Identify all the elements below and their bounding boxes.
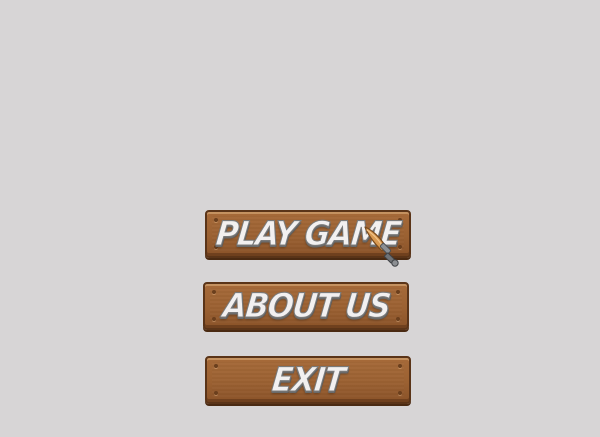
main-menu-screen: PLAY GAME ABOUT US EXIT bbox=[0, 0, 600, 437]
nail-icon bbox=[214, 391, 218, 395]
play-game-button[interactable]: PLAY GAME bbox=[205, 210, 411, 258]
nail-icon bbox=[396, 317, 400, 321]
exit-label: EXIT bbox=[270, 360, 347, 400]
nail-icon bbox=[398, 391, 402, 395]
nail-icon bbox=[398, 364, 402, 368]
nail-icon bbox=[212, 290, 216, 294]
about-us-label: ABOUT US bbox=[220, 286, 392, 326]
exit-button[interactable]: EXIT bbox=[205, 356, 411, 404]
play-game-label: PLAY GAME bbox=[213, 214, 403, 254]
nail-icon bbox=[214, 364, 218, 368]
nail-icon bbox=[212, 317, 216, 321]
about-us-button[interactable]: ABOUT US bbox=[203, 282, 409, 330]
nail-icon bbox=[396, 290, 400, 294]
